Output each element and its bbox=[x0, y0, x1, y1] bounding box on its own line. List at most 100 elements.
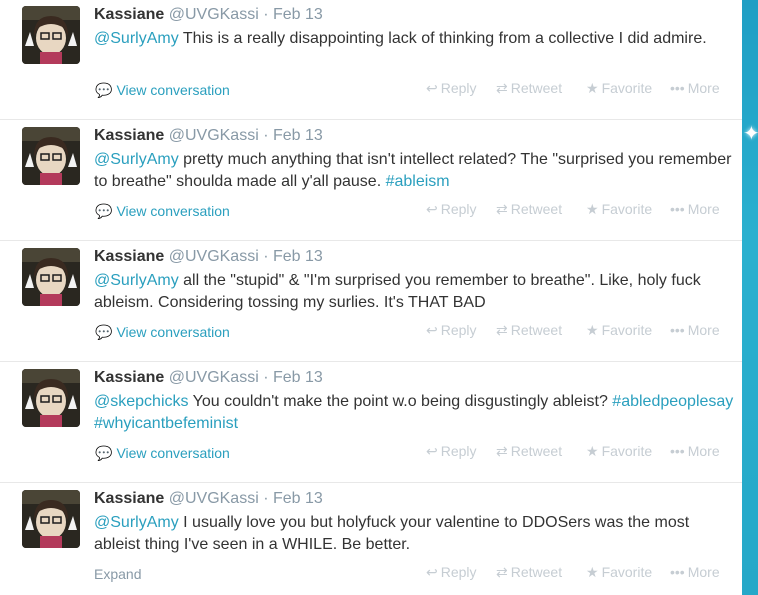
hashtag-link[interactable]: #ableism bbox=[386, 173, 450, 190]
retweet-button[interactable]: ⇄ Retweet bbox=[496, 80, 562, 97]
avatar[interactable] bbox=[22, 369, 80, 427]
tweet[interactable]: Kassiane @UVGKassi · Feb 13 @skepchicks … bbox=[0, 363, 742, 483]
reply-button[interactable]: ↩ Reply bbox=[426, 80, 477, 97]
tweet-timestamp[interactable]: Feb 13 bbox=[273, 6, 323, 23]
ellipsis-icon: ••• bbox=[670, 80, 685, 96]
view-conversation-label: View conversation bbox=[116, 82, 230, 98]
tweet[interactable]: Kassiane @UVGKassi · Feb 13 @SurlyAmy I … bbox=[0, 484, 742, 595]
tweet-timestamp[interactable]: Feb 13 bbox=[273, 490, 323, 507]
star-icon: ★ bbox=[586, 443, 599, 459]
sparkle-icon: ✦ bbox=[743, 123, 758, 145]
tweet-text-span: all the "stupid" & "I'm surprised you re… bbox=[94, 272, 701, 311]
tweet-timestamp[interactable]: Feb 13 bbox=[273, 127, 323, 144]
view-conversation-label: View conversation bbox=[116, 445, 230, 461]
speech-bubble-icon: 💬 bbox=[95, 203, 113, 219]
retweet-button[interactable]: ⇄ Retweet bbox=[496, 564, 562, 581]
more-button[interactable]: ••• More bbox=[670, 322, 720, 338]
avatar[interactable] bbox=[22, 490, 80, 548]
favorite-label: Favorite bbox=[601, 443, 653, 459]
user-handle[interactable]: @UVGKassi bbox=[169, 248, 259, 265]
user-handle[interactable]: @UVGKassi bbox=[169, 369, 259, 386]
view-conversation-label: View conversation bbox=[116, 203, 230, 219]
tweet[interactable]: Kassiane @UVGKassi · Feb 13 @SurlyAmy Th… bbox=[0, 0, 742, 120]
favorite-button[interactable]: ★ Favorite bbox=[586, 80, 652, 97]
tweet-text: @skepchicks You couldn't make the point … bbox=[94, 391, 734, 435]
tweet-text: @SurlyAmy I usually love you but holyfuc… bbox=[94, 512, 734, 556]
tweet-timestamp[interactable]: Feb 13 bbox=[273, 248, 323, 265]
more-button[interactable]: ••• More bbox=[670, 564, 720, 580]
more-button[interactable]: ••• More bbox=[670, 201, 720, 217]
expand-link[interactable]: Expand bbox=[94, 566, 141, 582]
view-conversation-link[interactable]: 💬 View conversation bbox=[95, 445, 230, 462]
separator-dot: · bbox=[263, 6, 269, 23]
reply-button[interactable]: ↩ Reply bbox=[426, 322, 477, 339]
reply-label: Reply bbox=[440, 443, 477, 459]
view-conversation-label: View conversation bbox=[116, 324, 230, 340]
mention-link[interactable]: @skepchicks bbox=[94, 393, 189, 410]
tweet-text-span: This is a really disappointing lack of t… bbox=[178, 30, 707, 47]
tweet[interactable]: Kassiane @UVGKassi · Feb 13 @SurlyAmy al… bbox=[0, 242, 742, 362]
retweet-icon: ⇄ bbox=[496, 443, 508, 459]
retweet-button[interactable]: ⇄ Retweet bbox=[496, 443, 562, 460]
view-conversation-link[interactable]: 💬 View conversation bbox=[95, 203, 230, 220]
speech-bubble-icon: 💬 bbox=[95, 324, 113, 340]
more-label: More bbox=[687, 80, 720, 96]
reply-button[interactable]: ↩ Reply bbox=[426, 443, 477, 460]
mention-link[interactable]: @SurlyAmy bbox=[94, 30, 179, 47]
retweet-icon: ⇄ bbox=[496, 322, 508, 338]
user-handle[interactable]: @UVGKassi bbox=[169, 6, 259, 23]
tweet-header: Kassiane @UVGKassi · Feb 13 bbox=[94, 490, 323, 508]
avatar[interactable] bbox=[22, 6, 80, 64]
ellipsis-icon: ••• bbox=[670, 564, 685, 580]
retweet-label: Retweet bbox=[510, 201, 563, 217]
favorite-label: Favorite bbox=[601, 564, 653, 580]
reply-button[interactable]: ↩ Reply bbox=[426, 564, 477, 581]
reply-button[interactable]: ↩ Reply bbox=[426, 201, 477, 218]
avatar[interactable] bbox=[22, 127, 80, 185]
user-name[interactable]: Kassiane bbox=[94, 490, 164, 507]
retweet-button[interactable]: ⇄ Retweet bbox=[496, 201, 562, 218]
more-label: More bbox=[687, 201, 720, 217]
view-conversation-link[interactable]: 💬 View conversation bbox=[95, 82, 230, 99]
star-icon: ★ bbox=[586, 322, 599, 338]
favorite-label: Favorite bbox=[601, 322, 653, 338]
user-handle[interactable]: @UVGKassi bbox=[169, 127, 259, 144]
favorite-button[interactable]: ★ Favorite bbox=[586, 564, 652, 581]
more-button[interactable]: ••• More bbox=[670, 80, 720, 96]
tweet-timeline: Kassiane @UVGKassi · Feb 13 @SurlyAmy Th… bbox=[0, 0, 742, 595]
user-name[interactable]: Kassiane bbox=[94, 248, 164, 265]
retweet-icon: ⇄ bbox=[496, 201, 508, 217]
view-conversation-link[interactable]: 💬 View conversation bbox=[95, 324, 230, 341]
star-icon: ★ bbox=[586, 201, 599, 217]
retweet-label: Retweet bbox=[510, 443, 563, 459]
retweet-button[interactable]: ⇄ Retweet bbox=[496, 322, 562, 339]
hashtag-link[interactable]: #abledpeoplesay bbox=[612, 393, 733, 410]
hashtag-link[interactable]: #whyicantbefeminist bbox=[94, 415, 238, 432]
tweet-header: Kassiane @UVGKassi · Feb 13 bbox=[94, 248, 323, 266]
star-icon: ★ bbox=[586, 80, 599, 96]
separator-dot: · bbox=[263, 248, 269, 265]
mention-link[interactable]: @SurlyAmy bbox=[94, 514, 179, 531]
user-handle[interactable]: @UVGKassi bbox=[169, 490, 259, 507]
tweet[interactable]: Kassiane @UVGKassi · Feb 13 @SurlyAmy pr… bbox=[0, 121, 742, 241]
user-name[interactable]: Kassiane bbox=[94, 369, 164, 386]
reply-arrow-icon: ↩ bbox=[426, 201, 438, 217]
mention-link[interactable]: @SurlyAmy bbox=[94, 151, 179, 168]
speech-bubble-icon: 💬 bbox=[95, 445, 113, 461]
avatar[interactable] bbox=[22, 248, 80, 306]
tweet-text: @SurlyAmy pretty much anything that isn'… bbox=[94, 149, 734, 193]
more-label: More bbox=[687, 564, 720, 580]
separator-dot: · bbox=[263, 369, 269, 386]
favorite-button[interactable]: ★ Favorite bbox=[586, 201, 652, 218]
favorite-button[interactable]: ★ Favorite bbox=[586, 322, 652, 339]
user-name[interactable]: Kassiane bbox=[94, 127, 164, 144]
mention-link[interactable]: @SurlyAmy bbox=[94, 272, 179, 289]
user-name[interactable]: Kassiane bbox=[94, 6, 164, 23]
tweet-timestamp[interactable]: Feb 13 bbox=[273, 369, 323, 386]
favorite-button[interactable]: ★ Favorite bbox=[586, 443, 652, 460]
ellipsis-icon: ••• bbox=[670, 201, 685, 217]
separator-dot: · bbox=[263, 127, 269, 144]
reply-arrow-icon: ↩ bbox=[426, 564, 438, 580]
more-button[interactable]: ••• More bbox=[670, 443, 720, 459]
retweet-label: Retweet bbox=[510, 564, 563, 580]
